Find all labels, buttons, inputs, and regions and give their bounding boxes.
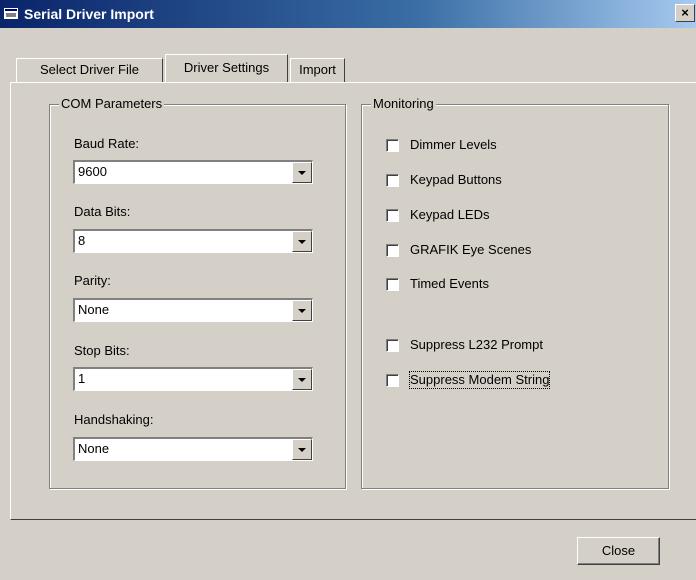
chevron-down-icon: [298, 309, 306, 313]
parity-label: Parity:: [74, 273, 111, 288]
stop-bits-select[interactable]: 1: [73, 367, 313, 391]
monitoring-title: Monitoring: [371, 96, 436, 112]
chevron-down-icon: [298, 171, 306, 175]
keypad-buttons-checkbox[interactable]: [386, 174, 399, 187]
close-button-label: Close: [601, 543, 636, 558]
data-bits-value: 8: [78, 233, 86, 248]
close-window-button[interactable]: ×: [675, 4, 695, 22]
grafik-eye-scenes-label[interactable]: GRAFIK Eye Scenes: [410, 242, 531, 258]
window-app-icon: [4, 8, 18, 19]
grafik-eye-scenes-checkbox[interactable]: [386, 244, 399, 257]
com-parameters-title: COM Parameters: [59, 96, 165, 112]
handshaking-value: None: [78, 441, 110, 456]
tab-driver-settings[interactable]: Driver Settings: [165, 54, 288, 82]
title-bar[interactable]: Serial Driver Import ×: [0, 0, 696, 28]
chevron-down-icon: [298, 448, 306, 452]
dropdown-button[interactable]: [292, 162, 312, 183]
tab-label: Select Driver File: [40, 62, 139, 77]
dimmer-levels-checkbox[interactable]: [386, 139, 399, 152]
window-title: Serial Driver Import: [24, 6, 154, 22]
dropdown-button[interactable]: [292, 369, 312, 390]
baud-rate-value: 9600: [78, 164, 107, 179]
tab-label: Driver Settings: [183, 60, 270, 75]
stop-bits-label: Stop Bits:: [74, 343, 130, 358]
timed-events-checkbox[interactable]: [386, 278, 399, 291]
timed-events-label[interactable]: Timed Events: [410, 276, 489, 292]
tab-select-driver-file[interactable]: Select Driver File: [16, 58, 163, 82]
keypad-leds-label[interactable]: Keypad LEDs: [410, 207, 490, 223]
suppress-l232-prompt-checkbox[interactable]: [386, 339, 399, 352]
chevron-down-icon: [298, 240, 306, 244]
monitoring-group: Monitoring Dimmer Levels Keypad Buttons …: [361, 96, 669, 489]
baud-rate-label: Baud Rate:: [74, 136, 140, 151]
data-bits-label: Data Bits:: [74, 204, 131, 219]
tab-import[interactable]: Import: [290, 58, 345, 82]
tab-panel-driver-settings: COM Parameters Baud Rate: 9600 Data Bits…: [10, 82, 696, 520]
keypad-leds-checkbox[interactable]: [386, 209, 399, 222]
parity-select[interactable]: None: [73, 298, 313, 322]
com-parameters-group: COM Parameters Baud Rate: 9600 Data Bits…: [49, 96, 346, 489]
tab-label: Import: [299, 62, 336, 77]
dropdown-button[interactable]: [292, 231, 312, 252]
suppress-modem-string-label[interactable]: Suppress Modem String: [408, 371, 551, 389]
handshaking-label: Handshaking:: [74, 412, 154, 427]
dimmer-levels-label[interactable]: Dimmer Levels: [410, 137, 497, 153]
suppress-modem-string-checkbox[interactable]: [386, 374, 399, 387]
chevron-down-icon: [298, 378, 306, 382]
handshaking-select[interactable]: None: [73, 437, 313, 461]
stop-bits-value: 1: [78, 371, 86, 386]
dropdown-button[interactable]: [292, 300, 312, 321]
close-icon: ×: [681, 5, 689, 20]
parity-value: None: [78, 302, 110, 317]
suppress-l232-prompt-label[interactable]: Suppress L232 Prompt: [410, 337, 543, 353]
baud-rate-select[interactable]: 9600: [73, 160, 313, 184]
dropdown-button[interactable]: [292, 439, 312, 460]
close-button[interactable]: Close: [577, 537, 660, 565]
keypad-buttons-label[interactable]: Keypad Buttons: [410, 172, 502, 188]
data-bits-select[interactable]: 8: [73, 229, 313, 253]
